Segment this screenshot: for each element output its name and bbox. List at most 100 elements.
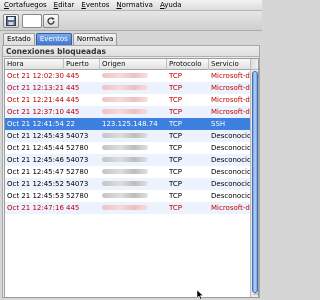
toolbar-input[interactable] <box>22 14 42 28</box>
cell-hora: Oct 21 12:45:52 <box>7 180 64 188</box>
menu-normativa[interactable]: Normativa <box>116 1 153 9</box>
cell-hora: Oct 21 12:13:21 <box>7 84 64 92</box>
cell-servicio: Desconocido <box>211 192 251 200</box>
column-hora[interactable]: Hora <box>5 59 64 70</box>
menu-ayuda[interactable]: Ayuda <box>160 1 182 9</box>
redacted-address <box>102 73 148 78</box>
scroll-up-button[interactable] <box>251 59 258 70</box>
redacted-address <box>102 85 148 90</box>
cell-hora: Oct 21 12:37:10 <box>7 108 64 116</box>
refresh-button[interactable] <box>43 14 59 28</box>
toolbar <box>0 11 262 31</box>
resize-grip-icon[interactable] <box>253 289 260 298</box>
cell-protocolo: TCP <box>169 132 182 140</box>
cell-origen <box>100 156 167 164</box>
table-row[interactable]: Oct 21 12:37:10 445 TCP Microsoft-ds <box>5 106 251 118</box>
cell-protocolo: TCP <box>169 108 182 116</box>
cell-hora: Oct 21 12:41:54 <box>7 120 64 128</box>
redacted-address <box>102 205 148 210</box>
cell-origen <box>100 204 167 212</box>
cell-protocolo: TCP <box>169 96 182 104</box>
redacted-address <box>102 133 148 138</box>
cell-protocolo: TCP <box>169 156 182 164</box>
panel-title: Conexiones bloqueadas <box>3 46 259 57</box>
cell-puerto: 54073 <box>66 156 89 164</box>
cell-origen: 123.125.148.74 <box>102 120 158 128</box>
table-row[interactable]: Oct 21 12:02:30 445 TCP Microsoft-ds <box>5 70 251 82</box>
cell-servicio: SSH <box>211 120 226 128</box>
cell-hora: Oct 21 12:45:53 <box>7 192 64 200</box>
cell-puerto: 54073 <box>66 132 89 140</box>
cell-puerto: 445 <box>66 72 80 80</box>
cell-hora: Oct 21 12:45:44 <box>7 144 64 152</box>
events-table: Hora Puerto Origen Protocolo Servicio Oc… <box>4 58 259 298</box>
cell-hora: Oct 21 12:47:16 <box>7 204 64 212</box>
cell-protocolo: TCP <box>169 192 182 200</box>
mouse-pointer-icon <box>196 289 204 300</box>
cell-origen <box>100 192 167 200</box>
tab-estado[interactable]: Estado <box>3 33 35 45</box>
menu-editar[interactable]: Editar <box>54 1 75 9</box>
cell-protocolo: TCP <box>169 72 182 80</box>
cell-protocolo: TCP <box>169 144 182 152</box>
cell-protocolo: TCP <box>169 180 182 188</box>
cell-origen <box>100 168 167 176</box>
cell-origen <box>100 180 167 188</box>
scrollbar-thumb[interactable] <box>252 71 258 293</box>
cell-protocolo: TCP <box>169 84 182 92</box>
column-puerto[interactable]: Puerto <box>64 59 100 70</box>
cell-protocolo: TCP <box>169 120 182 128</box>
table-body: Oct 21 12:02:30 445 TCP Microsoft-ds Oct 21 … <box>5 70 251 214</box>
save-button[interactable] <box>3 14 19 28</box>
menu-cortafuegos[interactable]: Cortafuegos <box>4 1 47 9</box>
redacted-address <box>102 169 148 174</box>
cell-servicio: Desconocido <box>211 168 251 176</box>
column-protocolo[interactable]: Protocolo <box>167 59 209 70</box>
cell-hora: Oct 21 12:02:30 <box>7 72 64 80</box>
table-row[interactable]: Oct 21 12:41:54 22 123.125.148.74 TCP SSH <box>5 118 251 130</box>
table-row[interactable]: Oct 21 12:45:4452780 TCP Desconocido <box>5 142 251 154</box>
cell-puerto: 54073 <box>66 180 89 188</box>
redacted-address <box>102 97 148 102</box>
tab-bar: Estado Eventos Normativa <box>0 33 262 45</box>
cell-puerto: 52780 <box>66 192 89 200</box>
redacted-address <box>102 145 148 150</box>
blocked-connections-panel: Conexiones bloqueadas Hora Puerto Origen… <box>2 45 260 298</box>
table-row[interactable]: Oct 21 12:13:21 445 TCP Microsoft-ds <box>5 82 251 94</box>
column-origen[interactable]: Origen <box>100 59 167 70</box>
table-header: Hora Puerto Origen Protocolo Servicio <box>5 59 251 70</box>
cell-servicio: Desconocido <box>211 156 251 164</box>
vertical-scrollbar[interactable] <box>250 59 258 297</box>
menu-bar: Cortafuegos Editar Eventos Normativa Ayu… <box>0 0 262 11</box>
cell-servicio: Desconocido <box>211 132 251 140</box>
cell-servicio: Desconocido <box>211 144 251 152</box>
table-row[interactable]: Oct 21 12:45:4354073 TCP Desconocido <box>5 130 251 142</box>
table-row[interactable]: Oct 21 12:45:5352780 TCP Desconocido <box>5 190 251 202</box>
cell-protocolo: TCP <box>169 168 182 176</box>
cell-origen <box>100 108 167 116</box>
cell-servicio: Microsoft-ds <box>211 204 251 212</box>
table-row[interactable]: Oct 21 12:45:4654073 TCP Desconocido <box>5 154 251 166</box>
table-row[interactable]: Oct 21 12:45:5254073 TCP Desconocido <box>5 178 251 190</box>
cell-puerto: 52780 <box>66 168 89 176</box>
tab-eventos[interactable]: Eventos <box>35 33 72 45</box>
cell-puerto: 445 <box>66 84 80 92</box>
cell-servicio: Microsoft-ds <box>211 96 251 104</box>
cell-puerto: 52780 <box>66 144 89 152</box>
table-row[interactable]: Oct 21 12:21:44 445 TCP Microsoft-ds <box>5 94 251 106</box>
menu-eventos[interactable]: Eventos <box>81 1 109 9</box>
cell-hora: Oct 21 12:45:47 <box>7 168 64 176</box>
column-servicio[interactable]: Servicio <box>209 59 251 70</box>
cell-servicio: Desconocido <box>211 180 251 188</box>
cell-servicio: Microsoft-ds <box>211 84 251 92</box>
redacted-address <box>102 181 148 186</box>
cell-origen <box>100 84 167 92</box>
cell-hora: Oct 21 12:45:43 <box>7 132 64 140</box>
tab-normativa[interactable]: Normativa <box>72 33 118 45</box>
redacted-address <box>102 193 148 198</box>
cell-hora: Oct 21 12:45:46 <box>7 156 64 164</box>
table-row[interactable]: Oct 21 12:45:4752780 TCP Desconocido <box>5 166 251 178</box>
cell-servicio: Microsoft-ds <box>211 108 251 116</box>
cell-hora: Oct 21 12:21:44 <box>7 96 64 104</box>
table-row[interactable]: Oct 21 12:47:16 445 TCP Microsoft-ds <box>5 202 251 214</box>
